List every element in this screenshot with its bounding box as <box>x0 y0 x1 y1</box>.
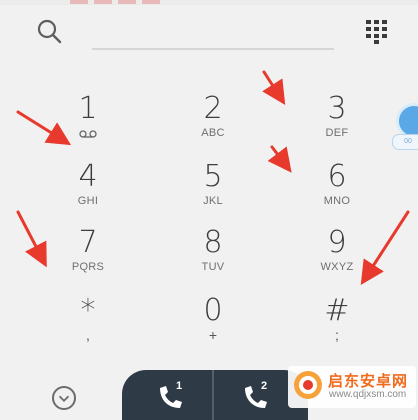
dial-key-digit: 6 <box>327 159 347 194</box>
dial-key-letters: WXYZ <box>320 261 354 273</box>
dial-key-0[interactable]: 0 + <box>173 294 253 354</box>
sim2-label: 2 <box>261 380 268 392</box>
dial-key-letters: PQRS <box>71 261 105 273</box>
call-button-bar: 1 2 <box>122 370 308 420</box>
call-history-toggle[interactable] <box>52 386 76 410</box>
dial-key-letters: + <box>208 327 218 343</box>
dial-key-9[interactable]: 9 WXYZ <box>297 226 377 286</box>
dial-key-8[interactable]: 8 TUV <box>173 226 253 286</box>
watermark-logo-icon <box>294 371 322 399</box>
dial-key-digit: 8 <box>203 225 223 260</box>
dial-key-2[interactable]: 2 ABC <box>173 92 253 152</box>
dial-key-letters: GHI <box>77 195 99 207</box>
dial-key-6[interactable]: 6 MNO <box>297 160 377 220</box>
dial-key-digit: 0 <box>203 293 223 328</box>
dial-key-digit: 7 <box>78 225 98 260</box>
dial-key-digit: # <box>324 293 350 328</box>
call-bar-divider <box>212 370 214 420</box>
search-icon[interactable] <box>36 18 64 46</box>
watermark-url: www.qdjxsm.com <box>329 389 407 400</box>
dial-key-letters: DEF <box>325 127 349 139</box>
dial-key-digit: 5 <box>203 159 223 194</box>
dial-key-5[interactable]: 5 JKL <box>173 160 253 220</box>
voicemail-icon <box>79 130 97 138</box>
dial-key-digit: 1 <box>78 91 98 126</box>
dial-key-digit: 9 <box>327 225 347 260</box>
dialpad-grid-icon[interactable] <box>364 18 390 44</box>
dial-key-letters: ABC <box>201 127 225 139</box>
phone-number-field[interactable] <box>92 20 334 50</box>
dial-key-letters: , <box>86 327 90 343</box>
dial-key-digit: 4 <box>78 159 98 194</box>
dial-key-letters: ; <box>335 327 339 343</box>
dial-key-digit: * <box>80 293 96 328</box>
dial-key-letters: TUV <box>201 261 225 273</box>
watermark-title: 启东安卓网 <box>328 373 409 390</box>
floating-bubble-label: 00 <box>392 134 418 150</box>
site-watermark: 启东安卓网 www.qdjxsm.com <box>288 366 416 408</box>
dial-key-1[interactable]: 1 <box>48 92 128 152</box>
annotation-arrow <box>267 145 292 173</box>
dial-key-3[interactable]: 3 DEF <box>297 92 377 152</box>
dial-key-4[interactable]: 4 GHI <box>48 160 128 220</box>
cropped-notification-text <box>70 0 230 4</box>
dial-key-star[interactable]: * , <box>48 294 128 354</box>
annotation-arrow <box>16 210 47 268</box>
dial-key-digit: 2 <box>203 91 223 126</box>
dial-key-letters: JKL <box>203 195 223 207</box>
dial-key-7[interactable]: 7 PQRS <box>48 226 128 286</box>
sim1-label: 1 <box>176 380 183 392</box>
chevron-down-icon <box>58 395 70 402</box>
annotation-arrow <box>262 70 286 106</box>
dial-key-letters: MNO <box>323 195 351 207</box>
dial-key-digit: 3 <box>327 91 347 126</box>
dial-key-hash[interactable]: # ; <box>297 294 377 354</box>
